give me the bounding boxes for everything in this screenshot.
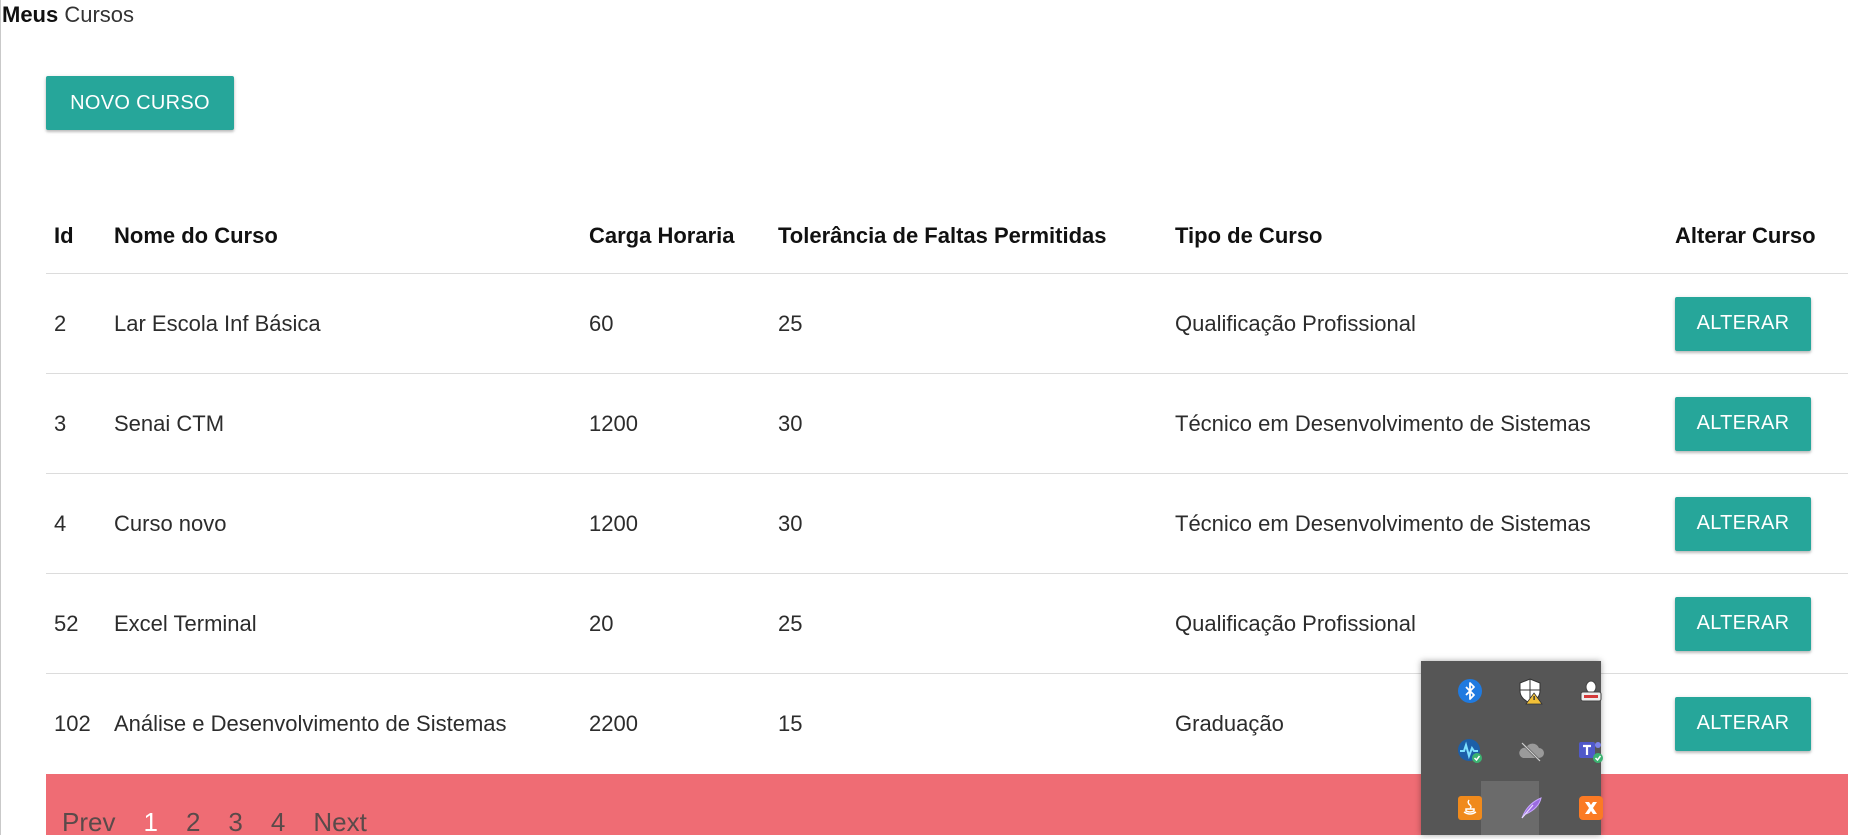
cell-tolerance: 25 [770,573,1167,674]
col-header-name: Nome do Curso [106,199,581,274]
pagination-page-4[interactable]: 4 [271,805,285,839]
col-header-id: Id [46,199,106,274]
pagination-next[interactable]: Next [313,805,366,839]
cell-id: 52 [46,573,106,674]
cell-hours: 2200 [589,710,638,736]
alter-course-button[interactable]: ALTERAR [1675,596,1811,651]
col-header-action: Alterar Curso [1667,199,1848,274]
cell-tolerance: 30 [770,373,1167,474]
cell-action: ALTERAR [1667,373,1848,474]
cell-action: ALTERAR [1667,473,1848,574]
table-row: 2 Lar Escola Inf Básica 60 25 Qualificaç… [46,273,1848,374]
cell-action: ALTERAR [1667,674,1848,774]
col-header-type: Tipo de Curso [1167,199,1667,274]
cell-id: 3 [46,373,106,474]
network-monitor-icon[interactable] [1450,731,1490,771]
page-title-bold: Meus [2,2,59,27]
cell-type: Qualificação Profissional [1167,273,1667,374]
pagination-page-2[interactable]: 2 [186,805,200,839]
cell-action: ALTERAR [1667,573,1848,674]
cell-hours: 60 [581,273,770,374]
page-title-rest: Cursos [58,2,135,27]
alter-course-button[interactable]: ALTERAR [1675,296,1811,351]
cell-hours: 1200 [581,473,770,574]
pagination-page-3[interactable]: 3 [228,805,242,839]
xampp-icon[interactable] [1571,788,1611,828]
cell-name: Excel Terminal [106,573,581,674]
alter-course-button[interactable]: ALTERAR [1675,496,1811,551]
col-header-tolerance: Tolerância de Faltas Permitidas [770,199,1167,274]
col-header-hours: Carga Horaria [581,199,770,274]
cell-hours: 20 [581,573,770,674]
pdf-printer-icon[interactable] [1571,671,1611,711]
teams-icon[interactable] [1571,731,1611,771]
table-row: 4 Curso novo 1200 30 Técnico em Desenvol… [46,473,1848,574]
cell-id: 2 [46,273,106,374]
cell-type: Técnico em Desenvolvimento de Sistemas [1167,373,1667,474]
alter-course-button[interactable]: ALTERAR [1675,396,1811,451]
table-row: 3 Senai CTM 1200 30 Técnico em Desenvolv… [46,373,1848,474]
new-course-button[interactable]: NOVO CURSO [46,76,234,130]
cell-hours: 1200 [581,373,770,474]
cell-name: Senai CTM [106,373,581,474]
windows-security-icon[interactable] [1511,671,1551,711]
feather-app-icon[interactable] [1511,788,1551,828]
page-left-border [0,0,1,835]
java-icon[interactable] [1450,788,1490,828]
table-row: 52 Excel Terminal 20 25 Qualificação Pro… [46,573,1848,674]
cell-id: 4 [46,473,106,574]
pagination-prev[interactable]: Prev [62,805,115,839]
bluetooth-icon[interactable] [1450,671,1490,711]
cell-name: Análise e Desenvolvimento de Sistemas [114,710,507,736]
system-tray-flyout [1421,661,1603,835]
alter-course-button[interactable]: ALTERAR [1675,696,1811,751]
cell-id: 102 [54,710,91,736]
cell-tolerance: 30 [770,473,1167,574]
cell-type: Qualificação Profissional [1167,573,1667,674]
page-title: Meus Cursos [2,2,134,28]
cell-name: Curso novo [106,473,581,574]
cell-name: Lar Escola Inf Básica [106,273,581,374]
onedrive-icon[interactable] [1511,731,1551,771]
pagination-page-1[interactable]: 1 [143,805,157,839]
cell-type: Técnico em Desenvolvimento de Sistemas [1167,473,1667,574]
cell-tolerance: 25 [770,273,1167,374]
cell-tolerance: 15 [778,710,803,736]
table-header-row: Id Nome do Curso Carga Horaria Tolerânci… [46,199,1848,274]
cell-action: ALTERAR [1667,273,1848,374]
